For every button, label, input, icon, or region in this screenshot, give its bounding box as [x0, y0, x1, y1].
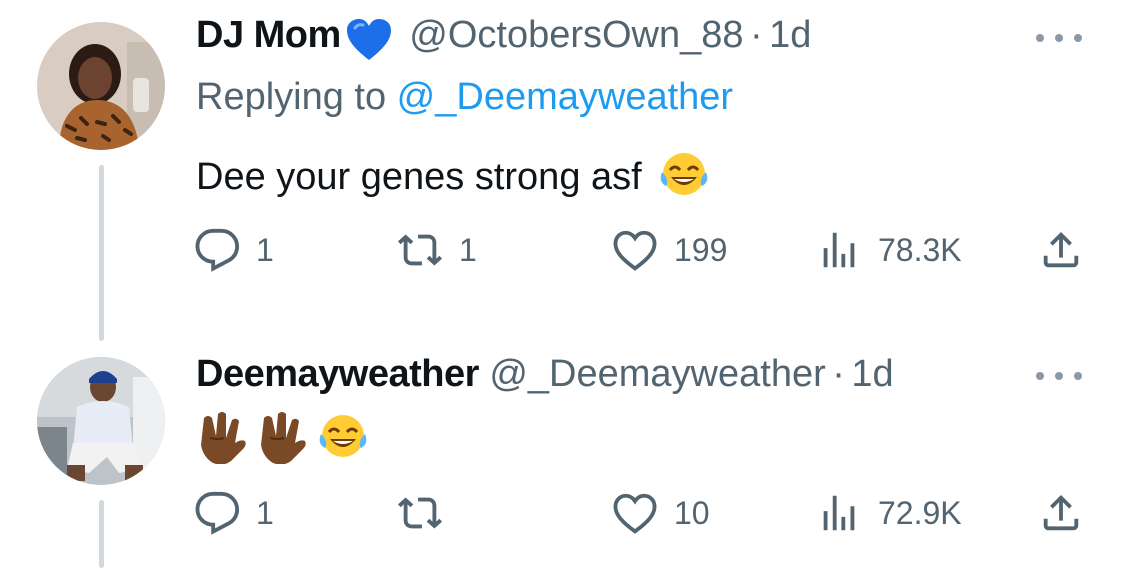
- like-count: 10: [674, 494, 710, 531]
- face-with-tears-of-joy-icon: [658, 150, 710, 208]
- timestamp[interactable]: 1d: [769, 14, 811, 56]
- like-icon: [613, 230, 657, 271]
- replying-to-link[interactable]: @_Deemayweather: [397, 76, 733, 118]
- views-button[interactable]: 78.3K: [816, 225, 962, 275]
- reply-count: 1: [256, 231, 274, 268]
- share-button[interactable]: [1038, 225, 1084, 275]
- face-with-tears-of-joy-icon: [317, 412, 369, 465]
- love-you-gesture-icon: [256, 408, 310, 469]
- thread-line-top: [99, 165, 104, 341]
- reply-button[interactable]: 1: [194, 488, 274, 538]
- reply-count: 1: [256, 494, 274, 531]
- replying-to: Replying to @_Deemayweather: [196, 76, 733, 119]
- separator-dot: ·: [749, 14, 763, 56]
- tweet-1-header: DJ Mom @OctobersOwn_88 · 1d: [196, 14, 811, 67]
- like-button[interactable]: 199: [612, 225, 727, 275]
- tweet-2-actions: 1 10 72.9K: [194, 488, 1094, 538]
- handle[interactable]: @_Deemayweather: [489, 353, 825, 395]
- more-icon[interactable]: [1036, 366, 1082, 386]
- reply-icon: [195, 491, 240, 535]
- replying-prefix: Replying to: [196, 76, 397, 118]
- retweet-icon: [397, 497, 443, 529]
- avatar-deemayweather[interactable]: [37, 357, 165, 485]
- thread-line-bottom: [99, 500, 104, 568]
- more-icon[interactable]: [1036, 28, 1082, 48]
- views-icon: [823, 495, 855, 531]
- views-icon: [823, 232, 855, 268]
- retweet-icon: [397, 234, 443, 266]
- avatar-dj-mom[interactable]: [37, 22, 165, 150]
- display-name[interactable]: Deemayweather: [196, 353, 479, 395]
- share-icon: [1043, 231, 1079, 268]
- tweet-2-header: Deemayweather @_Deemayweather · 1d: [196, 353, 894, 396]
- handle[interactable]: @OctobersOwn_88: [409, 14, 743, 56]
- tweet-body: Dee your genes strong asf: [196, 156, 642, 199]
- separator-dot: ·: [832, 353, 845, 395]
- retweet-button[interactable]: 1: [397, 225, 477, 275]
- like-count: 199: [674, 231, 728, 268]
- views-count: 78.3K: [878, 231, 962, 268]
- views-button[interactable]: 72.9K: [816, 488, 962, 538]
- tweet-2-text: [196, 408, 369, 469]
- blue-heart-icon: [345, 18, 393, 67]
- share-button[interactable]: [1038, 488, 1084, 538]
- reply-icon: [195, 228, 240, 272]
- like-icon: [613, 493, 657, 534]
- display-name[interactable]: DJ Mom: [196, 14, 341, 56]
- timestamp[interactable]: 1d: [851, 353, 893, 395]
- share-icon: [1043, 494, 1079, 531]
- retweet-button[interactable]: [397, 488, 459, 538]
- like-button[interactable]: 10: [612, 488, 710, 538]
- tweet-1-actions: 1 1 199 78.3K: [194, 225, 1094, 275]
- reply-button[interactable]: 1: [194, 225, 274, 275]
- retweet-count: 1: [459, 231, 477, 268]
- tweet-text: Dee your genes strong asf: [196, 150, 710, 208]
- views-count: 72.9K: [878, 494, 962, 531]
- love-you-gesture-icon: [196, 408, 250, 469]
